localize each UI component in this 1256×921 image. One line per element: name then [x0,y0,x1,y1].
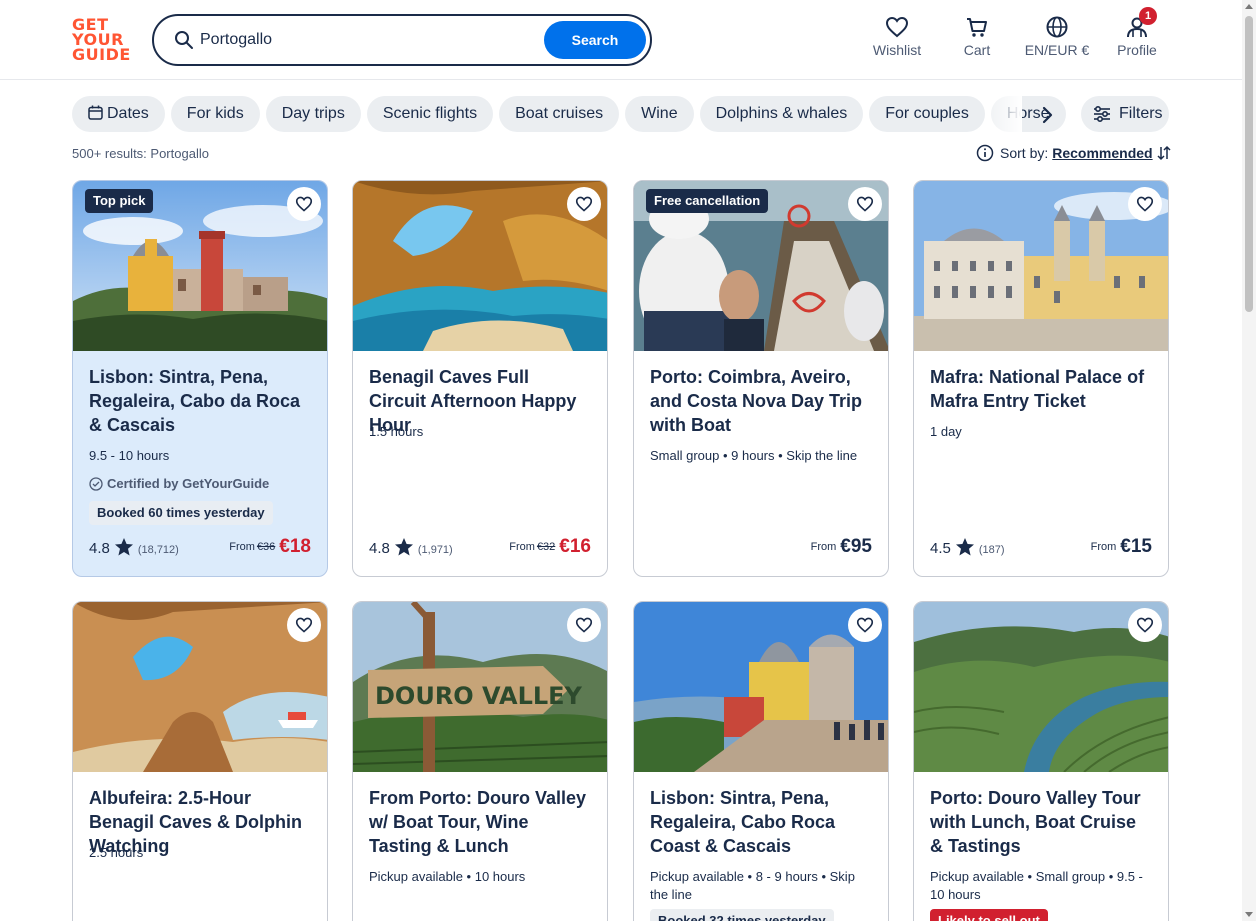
activity-title[interactable]: Porto: Coimbra, Aveiro, and Costa Nova D… [650,365,872,437]
star-icon [394,538,413,556]
activity-details: Pickup available • 10 hours [369,869,526,884]
sign-text: DOURO VALLEY [375,682,583,710]
sort-control[interactable]: Sort by: Recommended [976,143,1171,165]
filters-button[interactable]: Filters [1081,96,1169,132]
heart-icon [1136,617,1154,633]
activity-title[interactable]: Lisbon: Sintra, Pena, Regaleira, Cabo da… [89,365,311,437]
booked-badge: Booked 32 times yesterday [650,909,834,921]
activity-title[interactable]: Mafra: National Palace of Mafra Entry Ti… [930,365,1152,413]
wishlist-heart-button[interactable] [287,608,321,642]
activity-duration: 1 day [930,424,962,439]
notification-badge: 1 [1139,7,1157,25]
wishlist-heart-button[interactable] [1128,608,1162,642]
language-label: EN/EUR € [1024,42,1090,58]
heart-icon [575,196,593,212]
wishlist-heart-button[interactable] [1128,187,1162,221]
heart-icon [885,16,909,38]
globe-icon [1046,16,1068,38]
activity-details: Pickup available • 8 - 9 hours • Skip th… [650,869,855,902]
scrollbar-thumb[interactable] [1245,16,1253,312]
sort-label: Sort by: [1000,145,1049,161]
activity-title[interactable]: Lisbon: Sintra, Pena, Regaleira, Cabo Ro… [650,786,872,858]
search-icon [175,31,193,49]
page-scrollbar[interactable] [1242,0,1256,921]
activity-card[interactable]: Free cancellation Porto: Coimbra, Aveiro… [633,180,889,577]
cart-button[interactable]: Cart [960,16,994,58]
chip-boat-cruises[interactable]: Boat cruises [499,96,620,132]
activity-title[interactable]: Porto: Douro Valley Tour with Lunch, Boa… [930,786,1152,858]
chip-dolphins-whales[interactable]: Dolphins & whales [699,96,864,132]
wishlist-heart-button[interactable] [848,608,882,642]
scroll-down-arrow[interactable] [1245,912,1253,917]
profile-label: Profile [1117,42,1157,58]
chip-for-couples[interactable]: For couples [869,96,985,132]
heart-icon [1136,196,1154,212]
rating: 4.8 (1,971) [369,537,453,559]
star-icon [114,538,133,556]
check-circle-icon [89,477,103,491]
activity-duration: 1.5 hours [369,424,424,439]
sort-arrows-icon[interactable] [1157,145,1171,161]
activity-details: Small group • 9 hours • Skip the line [650,448,858,463]
wishlist-heart-button[interactable] [567,187,601,221]
star-icon [955,538,974,556]
activity-card[interactable]: Lisbon: Sintra, Pena, Regaleira, Cabo Ro… [633,601,889,921]
activity-card[interactable]: Top pick Lisbon: Sintra, Pena, Regaleira… [72,180,328,577]
booked-badge: Booked 60 times yesterday [89,501,273,525]
results-count: 500+ results: Portogallo [72,146,209,161]
price: From €32 €16 [509,536,591,557]
cart-icon [967,18,987,37]
search-button[interactable]: Search [544,21,646,59]
getyourguide-logo[interactable]: GET YOUR GUIDE [72,17,130,63]
chevron-right-icon[interactable] [1036,104,1058,126]
top-header: GET YOUR GUIDE Search Wishlist Cart EN/E [0,0,1256,80]
heart-icon [575,617,593,633]
price: From €36 €18 [229,536,311,557]
wishlist-heart-button[interactable] [567,608,601,642]
calendar-icon [88,105,103,120]
sort-value[interactable]: Recommended [1052,145,1152,161]
heart-icon [295,196,313,212]
price: From €15 [1090,536,1152,557]
scroll-up-arrow[interactable] [1245,4,1253,9]
activity-title[interactable]: From Porto: Douro Valley w/ Boat Tour, W… [369,786,591,858]
activity-details: Pickup available • Small group • 9.5 - 1… [930,869,1143,902]
chip-day-trips[interactable]: Day trips [265,96,361,132]
activity-duration: 9.5 - 10 hours [89,448,170,463]
wishlist-heart-button[interactable] [287,187,321,221]
search-bar: Search [152,14,652,66]
wishlist-heart-button[interactable] [848,187,882,221]
activity-card[interactable]: Albufeira: 2.5-Hour Benagil Caves & Dolp… [72,601,328,921]
chips-fade [986,96,1022,132]
cart-label: Cart [963,42,991,58]
activity-card[interactable]: DOURO VALLEY From Porto: Douro Valley w/… [352,601,608,921]
activity-card[interactable]: Porto: Douro Valley Tour with Lunch, Boa… [913,601,1169,921]
search-input[interactable] [200,27,530,53]
rating: 4.5 (187) [930,537,1005,559]
heart-icon [856,617,874,633]
rating: 4.8 (18,712) [89,537,179,559]
likely-to-sell-out-badge: Likely to sell out [930,909,1048,921]
activity-card[interactable]: Mafra: National Palace of Mafra Entry Ti… [913,180,1169,577]
chip-wine[interactable]: Wine [625,96,694,132]
activity-card[interactable]: Benagil Caves Full Circuit Afternoon Hap… [352,180,608,577]
activity-duration: 2.5 hours [89,845,144,860]
heart-icon [856,196,874,212]
heart-icon [295,617,313,633]
wishlist-label: Wishlist [872,42,922,58]
language-currency-button[interactable]: EN/EUR € [1022,16,1092,58]
chip-for-kids[interactable]: For kids [170,96,260,132]
category-chips: Dates For kids Day trips Scenic flights Boa… [72,96,1072,132]
top-pick-tag: Top pick [85,189,154,213]
price: From €95 [810,536,872,557]
free-cancellation-tag: Free cancellation [646,189,769,213]
info-icon[interactable] [976,144,994,162]
wishlist-button[interactable]: Wishlist [872,16,922,58]
sliders-icon [1094,106,1110,122]
certified-badge: Certified by GetYourGuide [89,476,269,491]
chip-dates[interactable]: Dates [72,96,165,132]
profile-button[interactable]: 1 Profile [1116,7,1158,58]
chip-scenic-flights[interactable]: Scenic flights [366,96,494,132]
